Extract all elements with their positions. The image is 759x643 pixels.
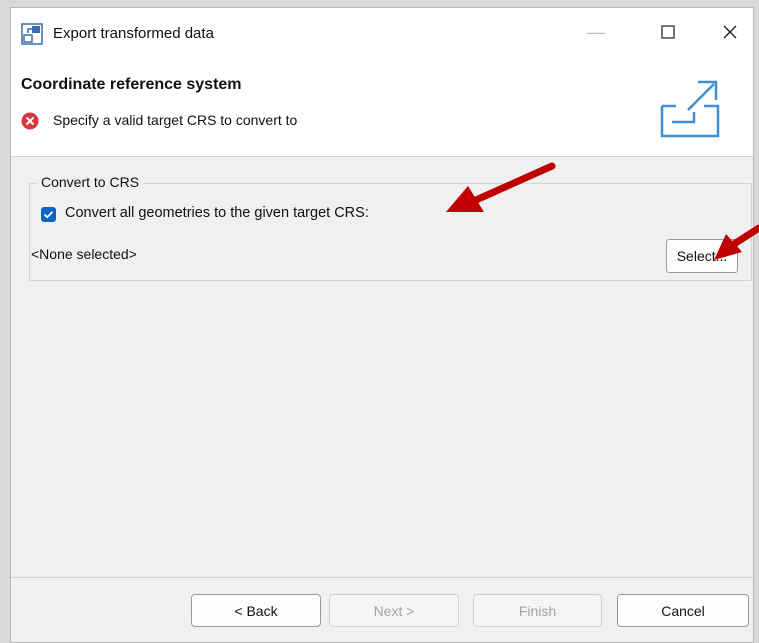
back-button[interactable]: < Back [191, 594, 321, 627]
wizard-footer: < Back Next > Finish Cancel [11, 577, 753, 642]
window-title: Export transformed data [53, 25, 214, 42]
minimize-icon: — [587, 21, 605, 42]
export-icon [660, 80, 720, 138]
error-icon [21, 112, 39, 130]
checkmark-icon [43, 211, 54, 219]
title-bar: Export transformed data — [11, 8, 753, 56]
convert-checkbox[interactable] [41, 207, 56, 222]
finish-button[interactable]: Finish [473, 594, 602, 627]
maximize-button[interactable] [645, 16, 691, 48]
cancel-button[interactable]: Cancel [617, 594, 749, 627]
convert-checkbox-label[interactable]: Convert all geometries to the given targ… [65, 205, 369, 221]
page-title: Coordinate reference system [21, 76, 242, 93]
error-message: Specify a valid target CRS to convert to [53, 112, 298, 128]
close-button[interactable] [707, 16, 753, 48]
select-crs-button[interactable]: Select... [666, 239, 738, 273]
maximize-icon [661, 25, 675, 39]
minimize-button[interactable]: — [573, 16, 619, 48]
wizard-content: Convert to CRS Convert all geometries to… [11, 157, 753, 577]
export-dialog: Export transformed data — Coordinate ref… [10, 7, 754, 643]
app-icon [21, 23, 43, 45]
crs-value: <None selected> [31, 246, 137, 262]
convert-crs-group [29, 183, 752, 281]
close-icon [723, 25, 737, 39]
group-legend: Convert to CRS [37, 174, 144, 190]
next-button[interactable]: Next > [329, 594, 459, 627]
wizard-header: Coordinate reference system Specify a va… [11, 56, 753, 157]
